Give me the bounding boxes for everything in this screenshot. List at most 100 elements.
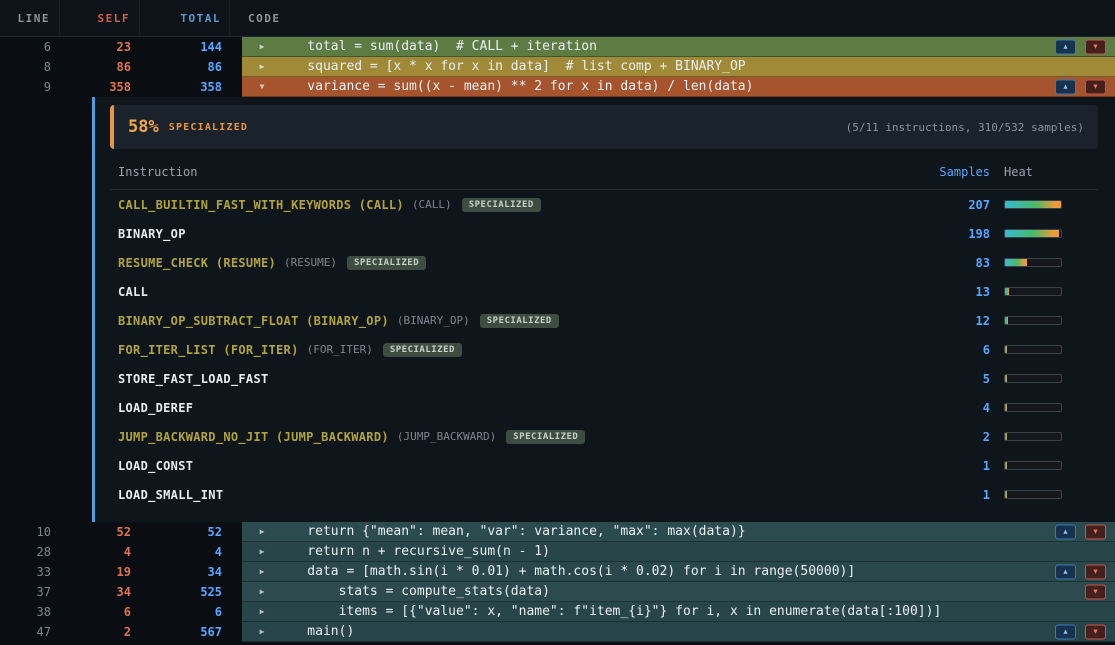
- instruction-name-group: FOR_ITER_LIST (FOR_ITER) (FOR_ITER) SPEC…: [118, 343, 900, 357]
- code-text: return {"mean": mean, "var": variance, "…: [276, 522, 746, 541]
- expand-toggle-icon[interactable]: ▶: [248, 547, 276, 556]
- instruction-sample-count: 4: [900, 401, 990, 415]
- line-number: 47: [0, 622, 60, 642]
- total-samples: 34: [140, 562, 230, 582]
- code-text: variance = sum((x - mean) ** 2 for x in …: [276, 77, 753, 96]
- heat-bar: [1004, 345, 1062, 354]
- code-text: items = [{"value": x, "name": f"item_{i}…: [276, 602, 941, 621]
- total-samples: 358: [140, 77, 230, 97]
- self-samples: 52: [60, 522, 140, 542]
- code-cell[interactable]: ▶ total = sum(data) # CALL + iteration ▲…: [242, 37, 1115, 57]
- instruction-row: BINARY_OP 198: [110, 219, 1098, 248]
- row-buttons: ▼: [1085, 584, 1106, 599]
- instruction-table-header: Instruction Samples Heat: [110, 165, 1098, 190]
- instruction-sample-count: 1: [900, 459, 990, 473]
- row-buttons: ▲ ▼: [1055, 524, 1106, 539]
- total-samples: 144: [140, 37, 230, 57]
- instruction-name: RESUME_CHECK (RESUME): [118, 256, 276, 270]
- instruction-row: LOAD_DEREF 4: [110, 393, 1098, 422]
- code-cell[interactable]: ▶ return n + recursive_sum(n - 1): [242, 542, 1115, 562]
- navigate-down-button[interactable]: ▼: [1085, 39, 1106, 54]
- specialized-badge: SPECIALIZED: [506, 430, 585, 444]
- code-rows-below: 10 52 52 ▶ return {"mean": mean, "var": …: [0, 522, 1115, 642]
- line-number: 9: [0, 77, 60, 97]
- self-samples: 86: [60, 57, 140, 77]
- instruction-name: LOAD_DEREF: [118, 401, 193, 415]
- specialized-badge: SPECIALIZED: [383, 343, 462, 357]
- row-buttons: ▲ ▼: [1055, 39, 1106, 54]
- heat-bar: [1004, 287, 1062, 296]
- expand-toggle-icon[interactable]: ▶: [248, 587, 276, 596]
- instruction-sample-count: 6: [900, 343, 990, 357]
- line-detail-content: 58% SPECIALIZED (5/11 instructions, 310/…: [95, 97, 1115, 522]
- instruction-row: LOAD_CONST 1: [110, 451, 1098, 480]
- instruction-name: BINARY_OP_SUBTRACT_FLOAT (BINARY_OP): [118, 314, 389, 328]
- code-cell[interactable]: ▶ stats = compute_stats(data) ▼: [242, 582, 1115, 602]
- code-cell[interactable]: ▼ variance = sum((x - mean) ** 2 for x i…: [242, 77, 1115, 97]
- expand-toggle-icon[interactable]: ▼: [248, 82, 276, 91]
- heat-bar: [1004, 374, 1062, 383]
- navigate-up-button[interactable]: ▲: [1055, 564, 1076, 579]
- instruction-sample-count: 13: [900, 285, 990, 299]
- navigate-down-button[interactable]: ▼: [1085, 524, 1106, 539]
- specialized-badge: SPECIALIZED: [480, 314, 559, 328]
- navigate-up-button[interactable]: ▲: [1055, 39, 1076, 54]
- specialized-badge: SPECIALIZED: [347, 256, 426, 270]
- heat-bar-fill: [1005, 404, 1007, 411]
- instruction-row: CALL 13: [110, 277, 1098, 306]
- navigate-down-button[interactable]: ▼: [1085, 624, 1106, 639]
- specialized-label: SPECIALIZED: [169, 122, 248, 133]
- heat-bar: [1004, 461, 1062, 470]
- instruction-name: LOAD_SMALL_INT: [118, 488, 223, 502]
- instruction-name-group: RESUME_CHECK (RESUME) (RESUME) SPECIALIZ…: [118, 256, 900, 270]
- heat-bar: [1004, 432, 1062, 441]
- navigate-up-button[interactable]: ▲: [1055, 79, 1076, 94]
- instruction-column-header: Instruction: [118, 165, 900, 179]
- heat-column-header: Heat: [1004, 165, 1090, 179]
- expand-toggle-icon[interactable]: ▶: [248, 607, 276, 616]
- code-cell[interactable]: ▶ squared = [x * x for x in data] # list…: [242, 57, 1115, 77]
- heat-bar-fill: [1005, 259, 1027, 266]
- code-cell[interactable]: ▶ return {"mean": mean, "var": variance,…: [242, 522, 1115, 542]
- navigate-up-button[interactable]: ▲: [1055, 624, 1076, 639]
- instruction-base-opcode: (FOR_ITER): [307, 343, 373, 356]
- heat-column: [1004, 200, 1090, 209]
- total-samples: 525: [140, 582, 230, 602]
- instruction-name: LOAD_CONST: [118, 459, 193, 473]
- code-cell[interactable]: ▶ items = [{"value": x, "name": f"item_{…: [242, 602, 1115, 622]
- navigate-up-button[interactable]: ▲: [1055, 524, 1076, 539]
- instruction-base-opcode: (BINARY_OP): [397, 314, 470, 327]
- code-line-row: 37 34 525 ▶ stats = compute_stats(data) …: [0, 582, 1115, 602]
- heat-bar: [1004, 490, 1062, 499]
- expand-toggle-icon[interactable]: ▶: [248, 62, 276, 71]
- expand-toggle-icon[interactable]: ▶: [248, 42, 276, 51]
- self-samples: 2: [60, 622, 140, 642]
- code-cell[interactable]: ▶ main() ▲ ▼: [242, 622, 1115, 642]
- total-samples: 52: [140, 522, 230, 542]
- instruction-name-group: LOAD_SMALL_INT: [118, 488, 900, 502]
- self-samples: 19: [60, 562, 140, 582]
- instruction-name-group: LOAD_CONST: [118, 459, 900, 473]
- instruction-row: STORE_FAST_LOAD_FAST 5: [110, 364, 1098, 393]
- heat-column: [1004, 316, 1090, 325]
- column-header-self: SELF: [60, 0, 140, 36]
- heat-bar: [1004, 258, 1062, 267]
- column-header-row: LINE SELF TOTAL CODE: [0, 0, 1115, 37]
- code-text: squared = [x * x for x in data] # list c…: [276, 57, 746, 76]
- expand-toggle-icon[interactable]: ▶: [248, 567, 276, 576]
- instruction-row: CALL_BUILTIN_FAST_WITH_KEYWORDS (CALL) (…: [110, 190, 1098, 219]
- heat-bar: [1004, 200, 1062, 209]
- instruction-row: BINARY_OP_SUBTRACT_FLOAT (BINARY_OP) (BI…: [110, 306, 1098, 335]
- line-number: 10: [0, 522, 60, 542]
- line-number: 37: [0, 582, 60, 602]
- instruction-row: LOAD_SMALL_INT 1: [110, 480, 1098, 509]
- expand-toggle-icon[interactable]: ▶: [248, 527, 276, 536]
- navigate-down-button[interactable]: ▼: [1085, 79, 1106, 94]
- expand-toggle-icon[interactable]: ▶: [248, 627, 276, 636]
- navigate-down-button[interactable]: ▼: [1085, 564, 1106, 579]
- instruction-table-body: CALL_BUILTIN_FAST_WITH_KEYWORDS (CALL) (…: [110, 190, 1098, 509]
- column-header-total: TOTAL: [140, 0, 230, 36]
- navigate-down-button[interactable]: ▼: [1085, 584, 1106, 599]
- code-cell[interactable]: ▶ data = [math.sin(i * 0.01) + math.cos(…: [242, 562, 1115, 582]
- total-samples: 567: [140, 622, 230, 642]
